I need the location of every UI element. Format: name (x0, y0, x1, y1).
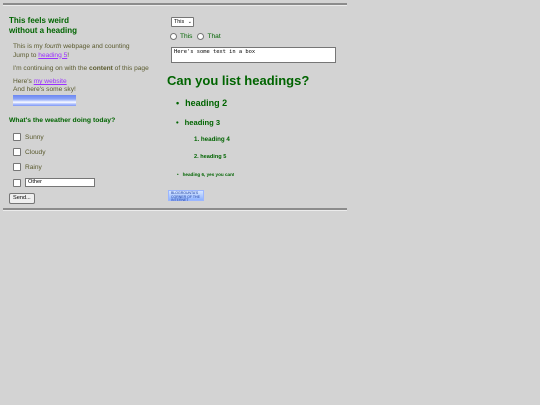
heading-4-item: 1. heading 4 (194, 136, 230, 143)
cloudy-checkbox[interactable] (13, 148, 21, 156)
page-title: This feels weird without a heading (9, 16, 77, 35)
my-website-link[interactable]: my website (34, 78, 67, 85)
sky-image (13, 95, 76, 106)
text-box[interactable]: Here's some text in a box (171, 47, 336, 63)
chevron-down-icon: ⌄ (187, 19, 192, 25)
option-other[interactable]: Other (13, 178, 95, 187)
option-cloudy[interactable]: Cloudy (13, 148, 46, 156)
site-badge[interactable]: BLOGROUNTA'S CORNER OF THE INTERNET (168, 190, 204, 202)
heading-5-link[interactable]: heading 5 (38, 52, 67, 59)
other-checkbox[interactable] (13, 178, 21, 187)
bullet-icon: • (176, 118, 179, 127)
heading-6-item: • heading 6, yes you can! (177, 172, 235, 177)
rainy-checkbox[interactable] (13, 163, 21, 171)
option-sunny[interactable]: Sunny (13, 133, 44, 141)
other-input[interactable]: Other (25, 178, 95, 187)
weather-heading: What's the weather doing today? (9, 117, 116, 124)
content-paragraph: I'm continuing on with the content of th… (13, 65, 149, 72)
intro-text: This is my fourth webpage and counting J… (13, 43, 130, 59)
sunny-checkbox[interactable] (13, 133, 21, 141)
bullet-icon: • (176, 98, 180, 108)
send-button[interactable]: Send... (9, 193, 35, 204)
heading-3-item: • heading 3 (176, 118, 221, 127)
heading-2-item: • heading 2 (176, 98, 228, 108)
website-paragraph: Here's my website And here's some sky! (13, 78, 76, 93)
top-divider (3, 3, 347, 6)
radio-group: This That (170, 33, 221, 40)
bullet-icon: • (177, 172, 179, 177)
option-rainy[interactable]: Rainy (13, 163, 42, 171)
main-heading: Can you list headings? (167, 73, 310, 88)
bottom-divider (3, 208, 347, 211)
heading-5-item: 2. heading 5 (194, 154, 227, 160)
radio-this[interactable] (170, 33, 177, 40)
this-that-select[interactable]: This ⌄ (171, 17, 194, 27)
radio-that[interactable] (197, 33, 205, 40)
